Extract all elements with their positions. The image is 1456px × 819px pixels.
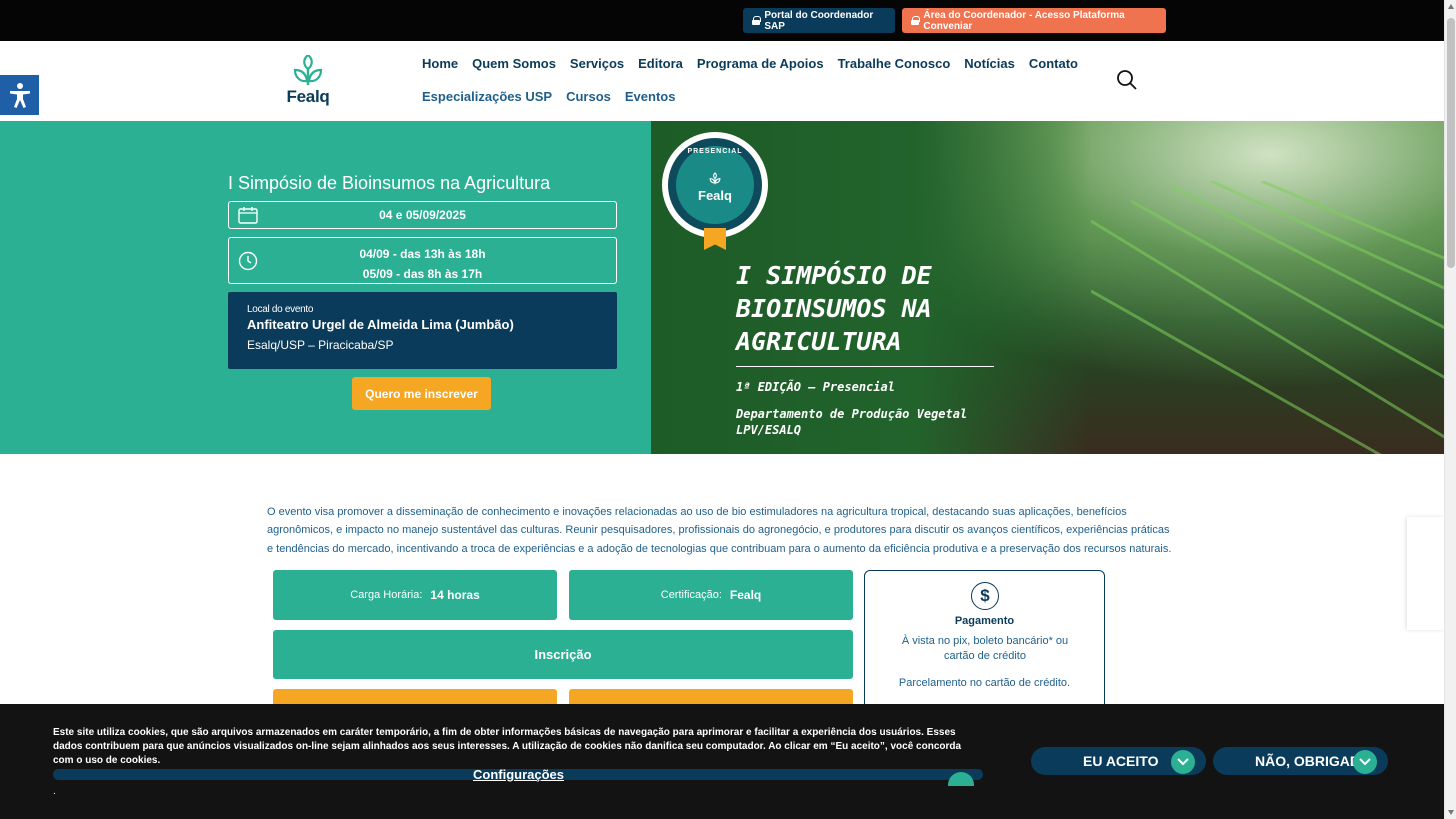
nav-eventos[interactable]: Eventos [625, 89, 676, 104]
coordinator-sap-label: Portal do Coordenador SAP [764, 9, 874, 32]
side-widget-tab[interactable] [1407, 517, 1444, 630]
badge-label: PRESENCIAL [687, 148, 743, 155]
page-scrollbar[interactable] [1444, 0, 1456, 819]
banner-department-code: LPV/ESALQ [736, 423, 802, 437]
dollar-icon: $ [971, 582, 999, 610]
venue-name: Anfiteatro Urgel de Almeida Lima (Jumbão… [247, 317, 514, 332]
venue-label: Local do evento [247, 304, 314, 315]
accept-cookies-button[interactable]: EU ACEITO [1031, 747, 1206, 775]
conveniar-label: Área do Coordenador - Acesso Plataforma … [923, 9, 1125, 32]
hero-banner: PRESENCIAL Fealq I SIMPÓSIO DE BIOINSUMO… [651, 121, 1444, 454]
nav-programa-de-apoios[interactable]: Programa de Apoios [697, 56, 824, 71]
event-date: 04 e 05/09/2025 [379, 208, 466, 222]
nav-servicos[interactable]: Serviços [570, 56, 624, 71]
site-header: Fealq Home Quem Somos Serviços Editora Progr… [0, 41, 1444, 121]
register-button[interactable]: Quero me inscrever [352, 377, 491, 410]
scroll-down-arrow-icon[interactable] [1448, 810, 1454, 815]
certification-label: Certificação: [660, 589, 722, 601]
event-date-box: 04 e 05/09/2025 [228, 201, 617, 229]
primary-nav: Home Quem Somos Serviços Editora Programa de… [422, 55, 1092, 73]
banner-heading: I SIMPÓSIO DE BIOINSUMOS NA AGRICULTURA [736, 261, 932, 356]
event-time-day2: 05/09 - das 8h às 17h [362, 267, 483, 281]
nav-quem-somos[interactable]: Quem Somos [472, 56, 556, 71]
cookie-banner: Este site utiliza cookies, que são arqui… [0, 704, 1444, 819]
nav-cursos[interactable]: Cursos [566, 89, 611, 104]
certification-card: Certificação: Fealq [569, 570, 853, 620]
presencial-badge: PRESENCIAL Fealq [662, 132, 768, 238]
lock-icon [911, 16, 921, 25]
workload-value: 14 horas [430, 588, 480, 602]
check-icon [1171, 750, 1195, 774]
fealq-logo[interactable]: Fealq [284, 53, 332, 107]
workload-label: Carga Horária: [350, 589, 423, 601]
payment-card: $ Pagamento À vista no pix, boleto bancá… [864, 570, 1105, 710]
logo-text: Fealq [286, 87, 330, 106]
payment-title: Pagamento [954, 615, 1015, 627]
calendar-icon [238, 207, 258, 224]
scroll-thumb[interactable] [1447, 18, 1455, 268]
banner-divider [736, 366, 994, 367]
event-title: I Simpósio de Bioinsumos na Agricultura [228, 173, 551, 193]
nav-contato[interactable]: Contato [1029, 56, 1078, 71]
nav-especializacoes-usp[interactable]: Especializações USP [422, 89, 552, 104]
scroll-up-arrow-icon[interactable] [1448, 4, 1454, 9]
accessibility-button[interactable] [0, 75, 39, 115]
venue-city: Esalq/USP – Piracicaba/SP [247, 338, 394, 352]
banner-department: Departamento de Produção Vegetal LPV/ESA… [736, 406, 967, 438]
top-bar: Portal do Coordenador SAP Área do Coorde… [0, 0, 1444, 41]
banner-department-name: Departamento de Produção Vegetal [736, 407, 968, 421]
event-time-day1: 04/09 - das 13h às 18h [359, 247, 486, 261]
nav-noticias[interactable]: Notícias [964, 56, 1015, 71]
crop-rows-illustration [1091, 181, 1444, 454]
check-icon [1353, 750, 1377, 774]
venue-box: Local do evento Anfiteatro Urgel de Alme… [228, 292, 617, 369]
clock-icon [238, 251, 258, 271]
certification-value: Fealq [729, 588, 762, 602]
conveniar-button[interactable]: Área do Coordenador - Acesso Plataforma … [902, 8, 1166, 33]
accept-cookies-label: EU ACEITO [1083, 753, 1159, 769]
banner-edition: 1ª EDIÇÃO – Presencial [736, 380, 895, 394]
cookie-trailing-dot: . [53, 786, 56, 797]
nav-editora[interactable]: Editora [638, 56, 683, 71]
event-description: O evento visa promover a disseminação de… [267, 506, 1172, 555]
badge-logo-text: Fealq [698, 188, 732, 203]
search-button[interactable] [1116, 69, 1138, 91]
cookie-settings-link[interactable]: Configurações [473, 767, 564, 782]
workload-card: Carga Horária: 14 horas [273, 570, 557, 620]
sprout-logo-icon [293, 53, 323, 85]
nav-home[interactable]: Home [422, 56, 458, 71]
lock-icon [752, 16, 762, 25]
coordinator-sap-button[interactable]: Portal do Coordenador SAP [743, 8, 895, 33]
sprout-logo-icon [709, 172, 721, 185]
hero-info-panel [0, 121, 651, 454]
secondary-nav: Especializações USP Cursos Eventos [422, 88, 689, 106]
accessibility-icon [9, 83, 30, 108]
payment-methods: À vista no pix, boleto bancário* ou cart… [901, 635, 1069, 662]
search-icon [1117, 70, 1137, 90]
nav-trabalhe-conosco[interactable]: Trabalhe Conosco [838, 56, 951, 71]
cookie-text: Este site utiliza cookies, que são arqui… [53, 727, 962, 766]
payment-installments: Parcelamento no cartão de crédito. [898, 677, 1071, 689]
decline-cookies-button[interactable]: NÃO, OBRIGADO [1213, 747, 1388, 775]
registration-toggle[interactable]: Inscrição [273, 630, 853, 679]
event-time-box: 04/09 - das 13h às 18h 05/09 - das 8h às… [228, 237, 617, 284]
